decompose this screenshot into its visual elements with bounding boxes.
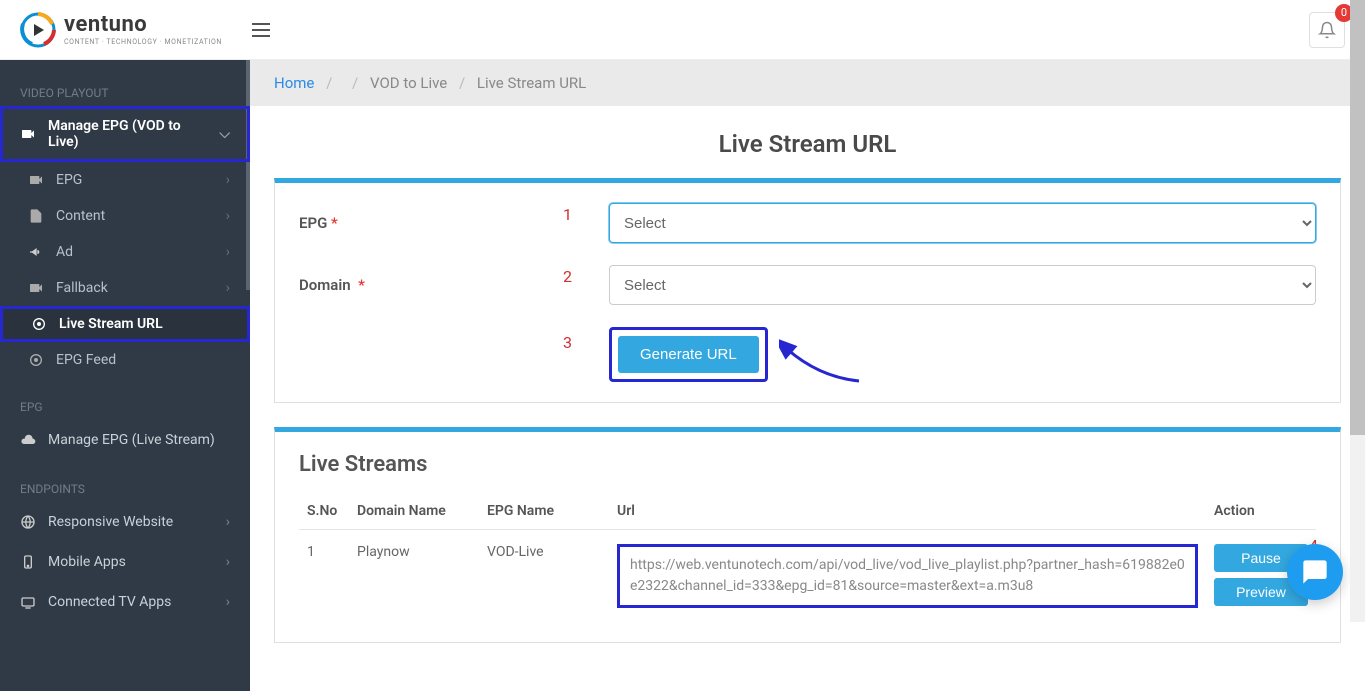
sidebar-item-content[interactable]: Content › — [0, 198, 250, 234]
sidebar-item-connected-tv[interactable]: Connected TV Apps › — [0, 582, 250, 622]
generate-url-highlight: Generate URL — [609, 327, 768, 382]
breadcrumb-home[interactable]: Home — [274, 74, 314, 92]
sidebar-item-responsive-website[interactable]: Responsive Website › — [0, 502, 250, 542]
th-url: Url — [609, 493, 1206, 530]
breadcrumb: Home / / VOD to Live / Live Stream URL — [250, 60, 1365, 106]
sidebar-section-endpoints: ENDPOINTS — [0, 476, 250, 502]
sidebar-section-video-playout: VIDEO PLAYOUT — [0, 80, 250, 106]
chevron-right-icon: › — [226, 244, 230, 260]
sidebar-item-epg-feed[interactable]: EPG Feed — [0, 342, 250, 378]
th-epg: EPG Name — [479, 493, 609, 530]
th-sno: S.No — [299, 493, 349, 530]
camera-icon — [28, 280, 44, 296]
sidebar-item-manage-epg-vod[interactable]: Manage EPG (VOD to Live) ⌵ — [0, 106, 250, 162]
tv-icon — [20, 594, 36, 610]
live-streams-title: Live Streams — [299, 452, 1316, 477]
annotation-arrow-icon — [779, 339, 869, 389]
chat-support-button[interactable] — [1287, 544, 1343, 600]
chevron-right-icon: › — [226, 554, 230, 570]
step-2-annotation: 2 — [563, 267, 572, 286]
breadcrumb-current: Live Stream URL — [477, 74, 586, 92]
live-streams-table: S.No Domain Name EPG Name Url Action 1 P… — [299, 493, 1316, 622]
chevron-right-icon: › — [226, 280, 230, 296]
mobile-icon — [20, 554, 36, 570]
chevron-right-icon: › — [226, 514, 230, 530]
main-content: Home / / VOD to Live / Live Stream URL L… — [250, 60, 1365, 691]
sidebar-scrollbar[interactable] — [246, 60, 250, 290]
ventuno-logo-icon — [20, 12, 56, 48]
camera-icon — [20, 126, 36, 142]
cloud-icon — [20, 432, 36, 448]
th-action: Action — [1206, 493, 1316, 530]
live-streams-card: Live Streams S.No Domain Name EPG Name U… — [274, 427, 1341, 643]
target-icon — [31, 316, 47, 332]
chevron-right-icon: › — [226, 594, 230, 610]
notifications[interactable]: 0 — [1309, 12, 1345, 48]
chevron-right-icon: › — [226, 172, 230, 188]
sidebar-section-epg: EPG — [0, 394, 250, 420]
sidebar-item-mobile-apps[interactable]: Mobile Apps › — [0, 542, 250, 582]
breadcrumb-vod-to-live: VOD to Live — [370, 74, 447, 92]
generate-url-button[interactable]: Generate URL — [618, 336, 759, 373]
sidebar-item-fallback[interactable]: Fallback › — [0, 270, 250, 306]
cell-url: https://web.ventunotech.com/api/vod_live… — [617, 544, 1198, 608]
page-title: Live Stream URL — [274, 130, 1341, 158]
sidebar-item-manage-epg-live[interactable]: Manage EPG (Live Stream) — [0, 420, 250, 460]
th-domain: Domain Name — [349, 493, 479, 530]
camera-icon — [28, 172, 44, 188]
brand-logo[interactable]: ventuno CONTENT · TECHNOLOGY · MONETIZAT… — [20, 12, 222, 48]
domain-select[interactable]: Select — [609, 265, 1316, 305]
brand-name: ventuno — [64, 14, 222, 36]
page-scrollbar[interactable] — [1350, 0, 1365, 622]
globe-icon — [20, 514, 36, 530]
topbar: ventuno CONTENT · TECHNOLOGY · MONETIZAT… — [0, 0, 1365, 60]
cell-epg: VOD-Live — [479, 530, 609, 623]
epg-select[interactable]: Select — [609, 203, 1316, 243]
chevron-right-icon: › — [226, 208, 230, 224]
step-1-annotation: 1 — [563, 205, 572, 224]
chevron-down-icon: ⌵ — [219, 126, 230, 142]
sidebar-item-epg[interactable]: EPG › — [0, 162, 250, 198]
sidebar-item-ad[interactable]: Ad › — [0, 234, 250, 270]
sidebar-item-live-stream-url[interactable]: Live Stream URL — [0, 306, 250, 342]
target-icon — [28, 352, 44, 368]
bell-icon — [1318, 21, 1336, 39]
cell-sno: 1 — [299, 530, 349, 623]
sidebar: VIDEO PLAYOUT Manage EPG (VOD to Live) ⌵… — [0, 60, 250, 691]
brand-tagline: CONTENT · TECHNOLOGY · MONETIZATION — [64, 38, 222, 46]
hamburger-menu-icon[interactable] — [252, 23, 270, 37]
table-row: 1 Playnow VOD-Live https://web.ventunote… — [299, 530, 1316, 623]
step-3-annotation: 3 — [563, 333, 572, 352]
megaphone-icon — [28, 244, 44, 260]
chat-icon — [1301, 558, 1329, 586]
document-icon — [28, 208, 44, 224]
generate-url-card: EPG * 1 Select Domain * 2 — [274, 178, 1341, 403]
cell-domain: Playnow — [349, 530, 479, 623]
